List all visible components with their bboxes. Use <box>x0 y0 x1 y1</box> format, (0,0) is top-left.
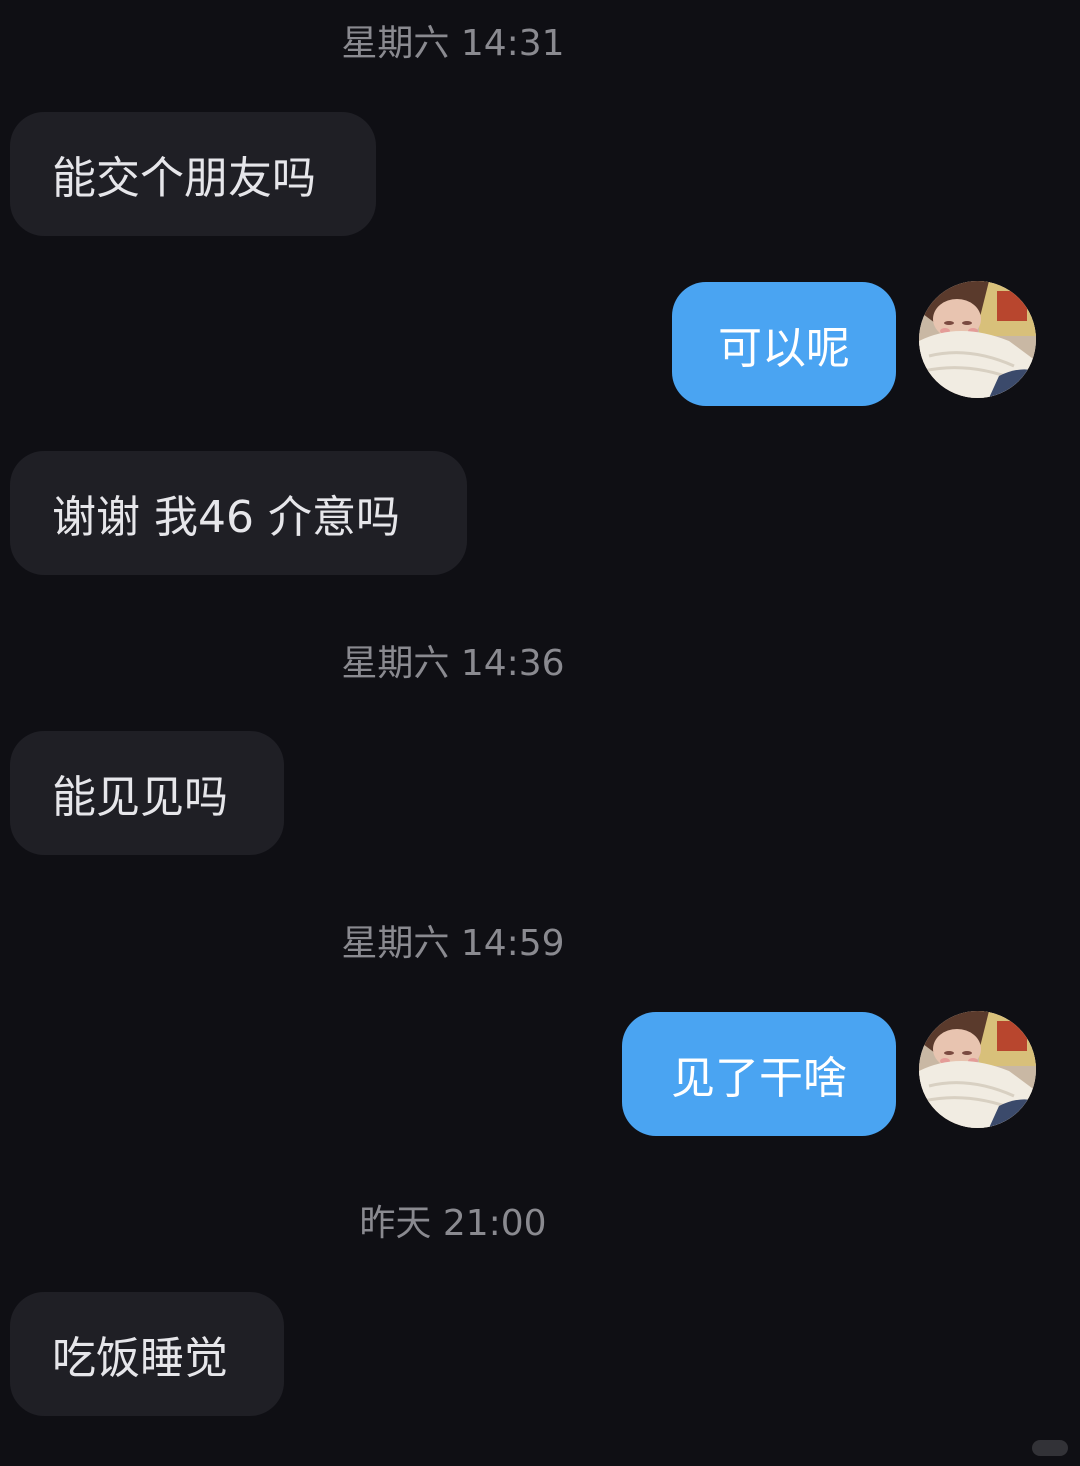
user-avatar-icon[interactable] <box>919 1011 1036 1128</box>
message-text: 能交个朋友吗 <box>52 153 316 204</box>
incoming-message-bubble[interactable]: 能交个朋友吗 <box>10 112 376 236</box>
timestamp: 星期六 14:59 <box>341 923 565 964</box>
user-avatar-icon[interactable] <box>919 281 1036 398</box>
incoming-message-bubble[interactable]: 吃饭睡觉 <box>10 1292 284 1416</box>
message-text: 可以呢 <box>718 323 850 374</box>
outgoing-message-bubble[interactable]: 可以呢 <box>672 282 896 406</box>
incoming-message-bubble[interactable]: 谢谢 我46 介意吗 <box>10 451 467 575</box>
message-text: 能见见吗 <box>52 772 228 823</box>
timestamp: 昨天 21:00 <box>359 1203 547 1244</box>
incoming-message-bubble[interactable]: 能见见吗 <box>10 731 284 855</box>
outgoing-message-bubble[interactable]: 见了干啥 <box>622 1012 896 1136</box>
message-text: 谢谢 我46 介意吗 <box>52 492 400 543</box>
timestamp: 星期六 14:31 <box>341 23 565 64</box>
message-text: 见了干啥 <box>671 1053 847 1104</box>
timestamp: 星期六 14:36 <box>341 643 565 684</box>
message-text: 吃饭睡觉 <box>52 1333 228 1384</box>
watermark-logo-icon <box>1032 1440 1068 1456</box>
